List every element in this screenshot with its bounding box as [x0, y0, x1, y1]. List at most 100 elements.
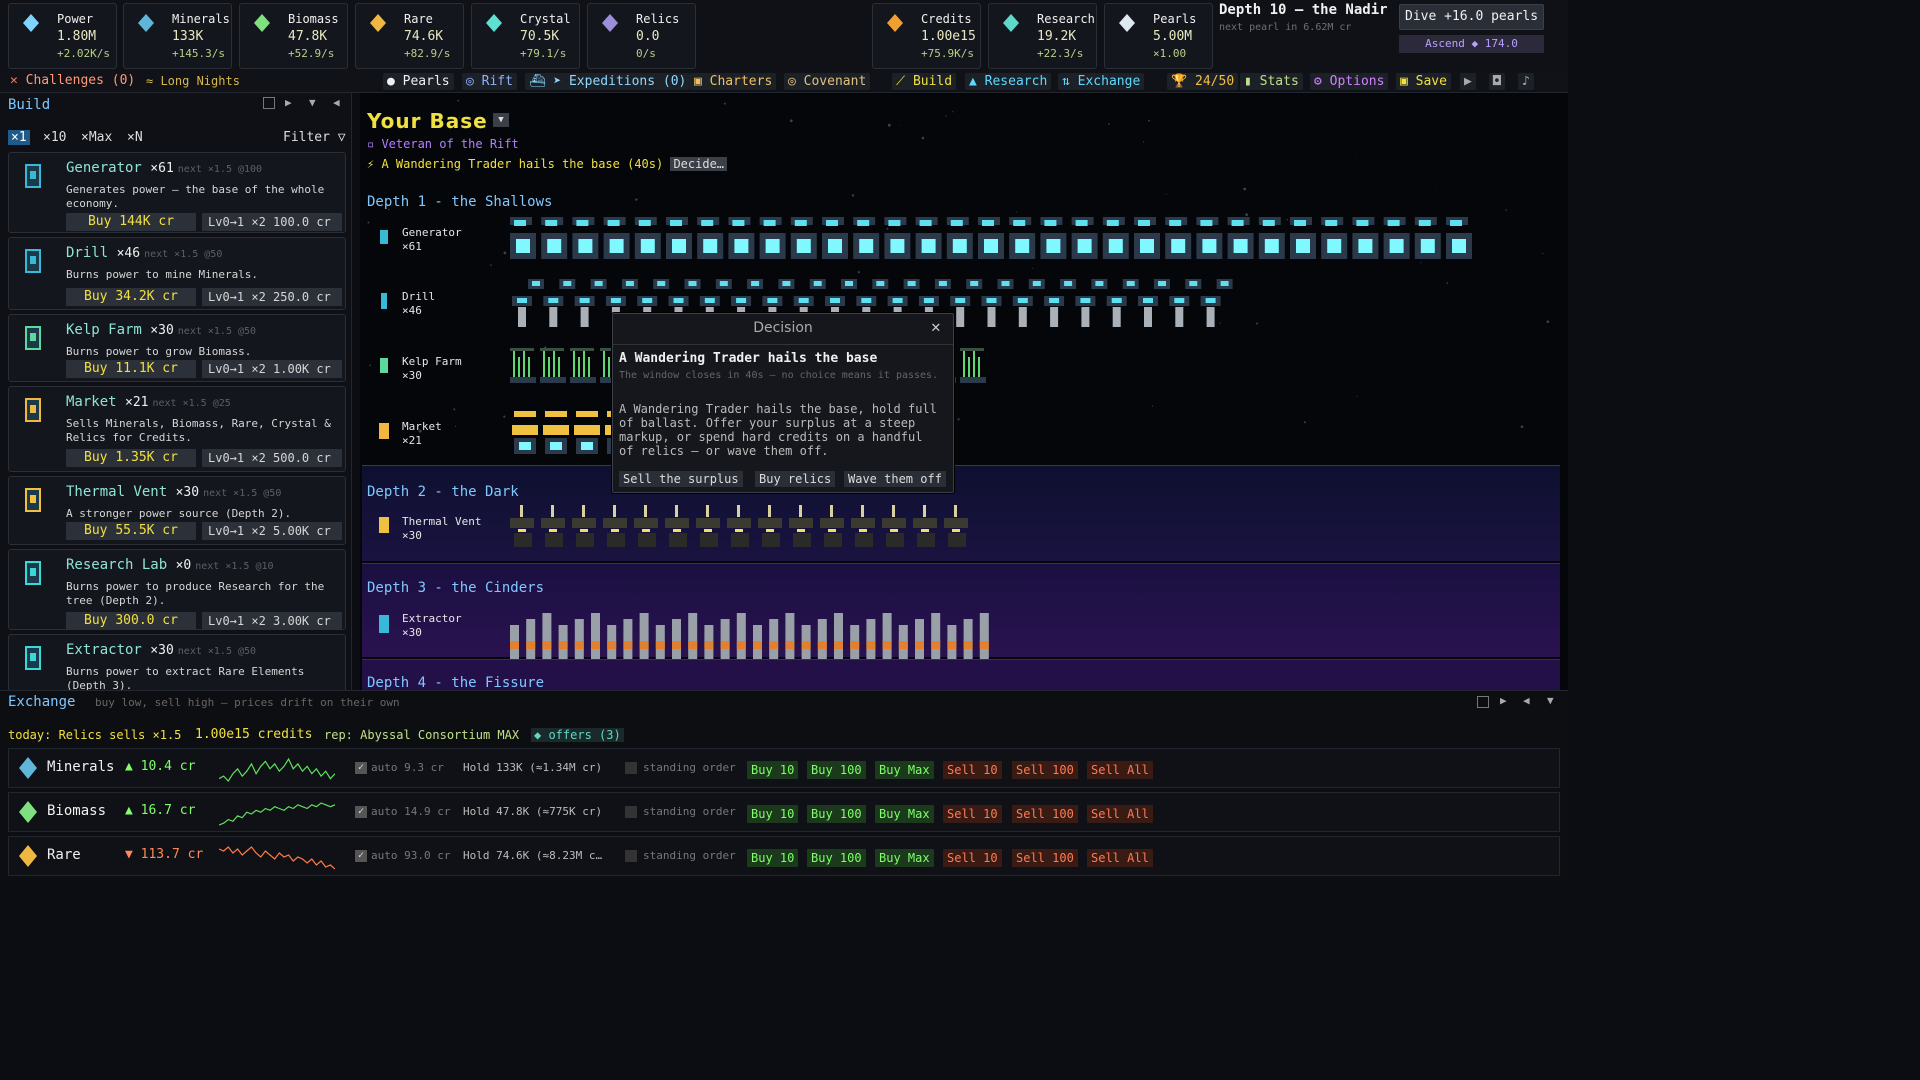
standing-order-checkbox[interactable] [625, 806, 637, 818]
tab-build[interactable]: ⟋ Build [892, 73, 957, 90]
save-button[interactable]: ▣ Save [1396, 73, 1451, 90]
buy-button[interactable]: Buy 34.2K cr [66, 288, 196, 306]
drill-sprite [923, 298, 934, 303]
tab-exchange[interactable]: ⇅ Exchange [1058, 73, 1145, 90]
market-sprite [581, 442, 593, 450]
level-up-button[interactable]: Lv0→1 ×2 100.0 cr [202, 213, 342, 231]
extractor-sprite [882, 641, 892, 649]
level-up-button[interactable]: Lv0→1 ×2 1.00K cr [202, 360, 342, 378]
sell-all-button[interactable]: Sell All [1087, 849, 1153, 867]
exchange-play-icon[interactable]: ▶ [1500, 694, 1507, 707]
sell-100-button[interactable]: Sell 100 [1012, 849, 1078, 867]
sell-100-button[interactable]: Sell 100 [1012, 761, 1078, 779]
extractor-sprite [672, 641, 681, 649]
multiplier-2[interactable]: ×Max [78, 130, 115, 145]
buy-button[interactable]: Buy 55.5K cr [66, 522, 196, 540]
chevron-down-icon[interactable]: ▼ [309, 96, 316, 109]
buy-button[interactable]: Buy 300.0 cr [66, 612, 196, 630]
dialog-timer: The window closes in 40s — no choice mea… [619, 370, 939, 381]
tab-pearls[interactable]: ● Pearls [383, 73, 454, 90]
auto-checkbox[interactable]: ✓ [355, 806, 367, 818]
generator-sprite [1450, 220, 1462, 226]
buy-10-button[interactable]: Buy 10 [747, 761, 799, 779]
sell-10-button[interactable]: Sell 10 [943, 805, 1002, 823]
build-card-drill[interactable]: Drill ×46 next ×1.5 @50 Burns power to min… [8, 237, 346, 310]
ascend-button[interactable]: Ascend ◆ 174.0 [1399, 35, 1544, 53]
challenges-button[interactable]: ✕ Challenges (0) [10, 73, 135, 88]
exchange-minimize-icon[interactable] [1477, 696, 1489, 708]
buy-button[interactable]: Buy 1.35K cr [66, 449, 196, 467]
multiplier-3[interactable]: ×N [124, 130, 146, 145]
drill-sprite [1064, 281, 1073, 286]
sell-surplus-button[interactable]: Sell the surplus [619, 471, 743, 487]
tab-charters[interactable]: ▣ Charters [690, 73, 777, 90]
thermal-vent-sprite [642, 529, 650, 532]
buy-max-button[interactable]: Buy Max [875, 849, 934, 867]
sell-10-button[interactable]: Sell 10 [943, 849, 1002, 867]
buy-10-button[interactable]: Buy 10 [747, 805, 799, 823]
buy-max-button[interactable]: Buy Max [875, 805, 934, 823]
buy-100-button[interactable]: Buy 100 [807, 849, 866, 867]
exchange-left-icon[interactable]: ◀ [1523, 694, 1530, 707]
filter-dropdown[interactable]: Filter ▽ [283, 130, 346, 145]
level-up-button[interactable]: Lv0→1 ×2 3.00K cr [202, 612, 342, 630]
exchange-down-icon[interactable]: ▼ [1547, 694, 1554, 707]
sparkline-path [219, 802, 335, 826]
wave-off-button[interactable]: Wave them off [844, 471, 946, 487]
multiplier-1[interactable]: ×10 [40, 130, 69, 145]
build-card-research-lab[interactable]: Research Lab ×0 next ×1.5 @10 Burns power … [8, 549, 346, 630]
tab-expeditions[interactable]: ⛴ ➤ Expeditions (0) [525, 73, 691, 90]
music-icon[interactable]: ♪ [1518, 73, 1534, 90]
auto-checkbox[interactable]: ✓ [355, 850, 367, 862]
build-card-market[interactable]: Market ×21 next ×1.5 @25 Sells Minerals, B… [8, 386, 346, 472]
tab-covenant[interactable]: ◎ Covenant [784, 73, 871, 90]
chevron-left-icon[interactable]: ◀ [333, 96, 340, 109]
standing-order-checkbox[interactable] [625, 850, 637, 862]
level-up-button[interactable]: Lv0→1 ×2 250.0 cr [202, 288, 342, 306]
generator-sprite [514, 220, 526, 226]
level-up-button[interactable]: Lv0→1 ×2 500.0 cr [202, 449, 342, 467]
build-card-thermal-vent[interactable]: Thermal Vent ×30 next ×1.5 @50 A stronger … [8, 476, 346, 545]
tab-rift[interactable]: ◎ Rift [462, 73, 517, 90]
pearl-icon [1119, 14, 1135, 32]
standing-order-checkbox[interactable] [625, 762, 637, 774]
tab-research[interactable]: ▲ Research [965, 73, 1052, 90]
build-card-extractor[interactable]: Extractor ×30 next ×1.5 @50 Burns power to… [8, 634, 346, 690]
kelp-sprite [588, 357, 590, 377]
sell-all-button[interactable]: Sell All [1087, 761, 1153, 779]
buy-button[interactable]: Buy 11.1K cr [66, 360, 196, 378]
buy-100-button[interactable]: Buy 100 [807, 805, 866, 823]
close-icon[interactable]: ✕ [931, 317, 941, 336]
buy-10-button[interactable]: Buy 10 [747, 849, 799, 867]
trophies-button[interactable]: 🏆 24/50 [1167, 73, 1239, 90]
level-up-button[interactable]: Lv0→1 ×2 5.00K cr [202, 522, 342, 540]
multiplier-0[interactable]: ×1 [8, 130, 30, 145]
buy-button[interactable]: Buy 144K cr [66, 213, 196, 231]
sell-all-button[interactable]: Sell All [1087, 805, 1153, 823]
build-card-generator[interactable]: Generator ×61 next ×1.5 @100 Generates pow… [8, 152, 346, 233]
generator-sprite [888, 220, 901, 226]
play-icon[interactable]: ▶ [285, 96, 292, 109]
sell-10-button[interactable]: Sell 10 [943, 761, 1002, 779]
camera-icon[interactable]: ▶ [1460, 73, 1476, 90]
card-description: Sells Minerals, Biomass, Rare, Crystal &… [66, 417, 331, 444]
card-name: Kelp Farm [66, 322, 142, 338]
offers-button[interactable]: ◆ offers (3) [531, 728, 624, 742]
build-card-kelp-farm[interactable]: Kelp Farm ×30 next ×1.5 @50 Burns power to… [8, 314, 346, 382]
rare-orb-icon [370, 14, 386, 32]
minimize-icon[interactable] [263, 97, 275, 109]
buy-max-button[interactable]: Buy Max [875, 761, 934, 779]
navigation-bar: ✕ Challenges (0) ≈ Long Nights ● Pearls … [0, 70, 1568, 93]
resize-handle[interactable]: ⋮ [348, 383, 351, 399]
auto-checkbox[interactable]: ✓ [355, 762, 367, 774]
sell-100-button[interactable]: Sell 100 [1012, 805, 1078, 823]
dive-button[interactable]: Dive +16.0 pearls [1399, 4, 1544, 30]
tab-stats[interactable]: ▮ Stats [1240, 73, 1303, 90]
resource-value: 133K [172, 29, 204, 44]
buy-relics-button[interactable]: Buy relics [755, 471, 836, 487]
resource-value: 19.2K [1037, 29, 1077, 44]
buy-100-button[interactable]: Buy 100 [807, 761, 866, 779]
discord-icon[interactable]: ◘ [1489, 73, 1505, 90]
resource-value: 0.0 [636, 29, 660, 44]
tab-options[interactable]: ⚙ Options [1310, 73, 1389, 90]
